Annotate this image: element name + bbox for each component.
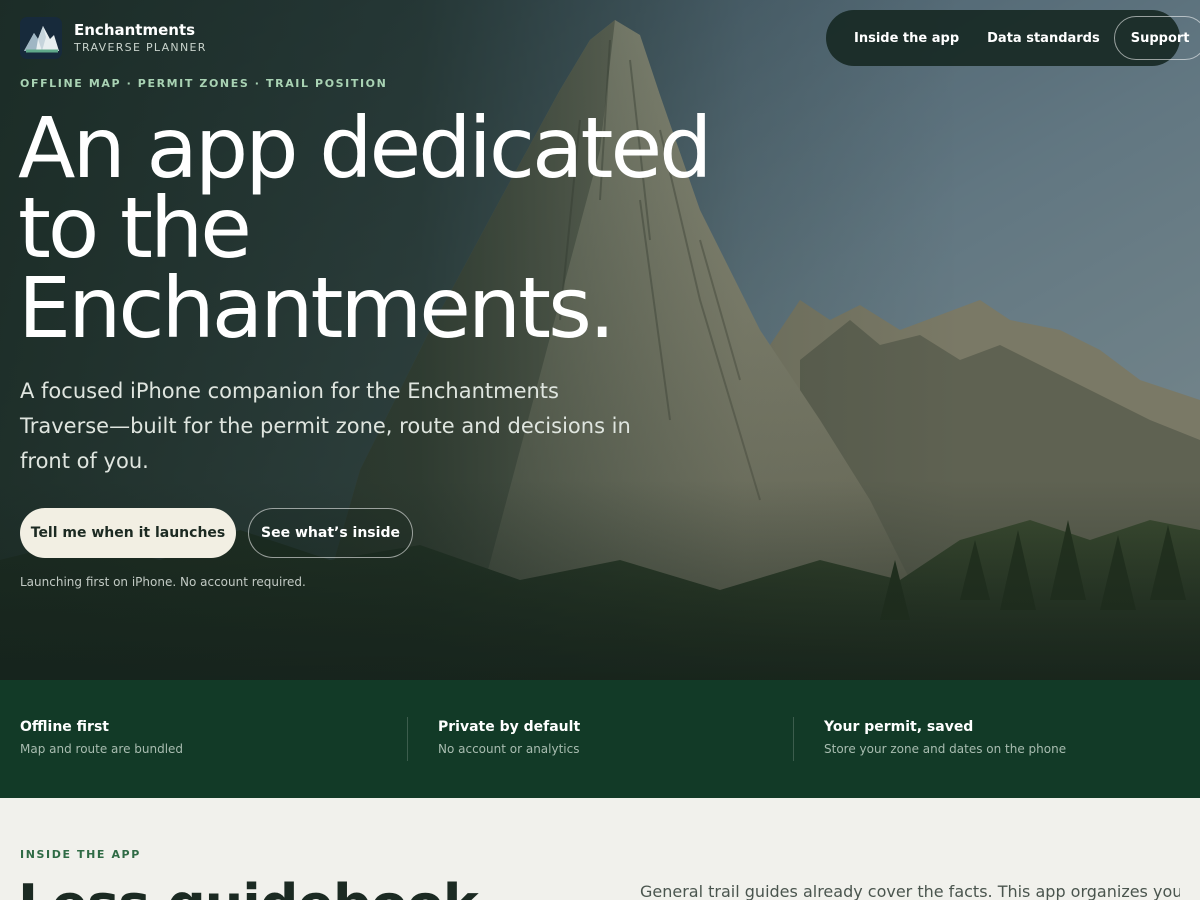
- hero-headline: An app dedicated to the Enchantments.: [18, 106, 738, 350]
- feature-offline-first: Offline first Map and route are bundled: [20, 717, 183, 761]
- hero-kicker: OFFLINE MAP · PERMIT ZONES · TRAIL POSIT…: [20, 77, 388, 90]
- headline-line: Enchantments.: [18, 259, 616, 357]
- feature-desc: No account or analytics: [438, 742, 580, 756]
- mountain-icon: [20, 17, 62, 59]
- notify-launch-button[interactable]: Tell me when it launches: [20, 508, 236, 558]
- feature-title: Private by default: [438, 719, 581, 735]
- brand-name: Enchantments: [74, 20, 196, 39]
- inside-body: General trail guides already cover the f…: [640, 882, 1180, 900]
- hero-section: Enchantments TRAVERSE PLANNER Inside the…: [0, 0, 1200, 680]
- feature-desc: Store your zone and dates on the phone: [824, 742, 1067, 756]
- feature-title: Offline first: [20, 719, 109, 735]
- nav-link-data-standards[interactable]: Data standards: [973, 31, 1114, 46]
- feature-divider: [793, 717, 794, 761]
- inside-kicker: INSIDE THE APP: [20, 848, 141, 861]
- top-nav: Inside the app Data standards Support: [826, 10, 1200, 66]
- brand-subtitle: TRAVERSE PLANNER: [74, 40, 207, 54]
- hero-note: Launching first on iPhone. No account re…: [20, 575, 306, 589]
- feature-desc: Map and route are bundled: [20, 742, 184, 756]
- features-band: Offline first Map and route are bundled …: [0, 680, 1200, 798]
- feature-private-by-default: Private by default No account or analyti…: [438, 717, 580, 761]
- feature-title: Your permit, saved: [824, 719, 974, 735]
- support-button[interactable]: Support: [1113, 16, 1200, 60]
- feature-permit-saved: Your permit, saved Store your zone and d…: [824, 717, 1066, 761]
- see-inside-button[interactable]: See what’s inside: [248, 508, 413, 558]
- feature-divider: [407, 717, 408, 761]
- nav-link-inside-the-app[interactable]: Inside the app: [840, 31, 973, 46]
- brand[interactable]: Enchantments TRAVERSE PLANNER: [20, 17, 207, 59]
- brand-text: Enchantments TRAVERSE PLANNER: [74, 21, 207, 56]
- hero-lede: A focused iPhone companion for the Encha…: [20, 379, 631, 473]
- inside-title: Less guidebook: [18, 874, 479, 900]
